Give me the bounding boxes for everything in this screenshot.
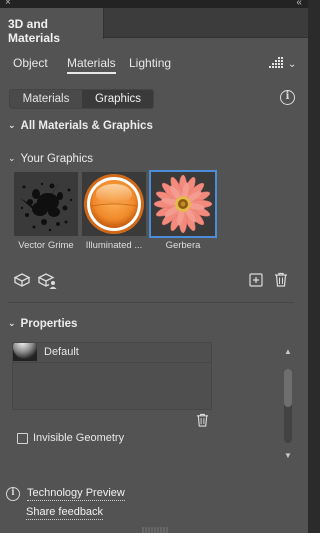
section-label: All Materials & Graphics [20,120,153,132]
sphere-material-icon [13,343,37,361]
section-your-graphics[interactable]: ⌄ Your Graphics [8,153,93,165]
window-top-strip: × ‹‹ [0,0,308,8]
section-label: Properties [20,318,78,330]
properties-scrollbar[interactable]: ▲ ▼ [283,347,293,462]
chevron-down-icon: ⌄ [8,153,16,163]
list-item[interactable]: Default [13,343,211,363]
graphic-label: Gerbera [165,240,201,251]
invisible-geometry-checkbox[interactable] [17,433,28,444]
materials-graphics-toggle: Materials Graphics [9,89,154,109]
chevron-down-icon: ⌄ [8,318,16,328]
properties-list: Default [12,342,212,410]
material-label: Default [44,346,79,358]
gerbera-flower-icon [151,172,215,236]
render-grid-icon[interactable] [268,57,283,70]
panel-tab[interactable]: 3D and Materials [0,8,104,45]
info-icon: i [6,487,20,501]
add-graphic-icon[interactable] [249,273,265,289]
graphic-illuminated-button[interactable] [82,172,146,236]
delete-graphic-icon[interactable] [274,272,290,288]
tab-materials[interactable]: Materials [67,56,116,74]
graphic-gerbera[interactable] [149,170,217,238]
scroll-down-icon[interactable]: ▼ [284,451,292,460]
section-all-materials-graphics[interactable]: ⌄ All Materials & Graphics [8,120,153,132]
section-divider [8,302,294,303]
collapse-panel-icon[interactable]: ‹‹ [296,0,302,8]
scroll-track[interactable] [284,369,292,443]
place-graphic-user-icon[interactable] [38,272,57,289]
place-graphic-icon[interactable] [13,272,31,288]
section-properties[interactable]: ⌄ Properties [8,318,77,330]
share-feedback-link[interactable]: Share feedback [26,506,104,520]
panel-header: 3D and Materials [0,8,308,45]
panel-title: 3D and Materials [8,17,61,45]
delete-property-icon[interactable] [196,413,212,429]
orange-button-icon [82,172,146,236]
close-panel-icon[interactable]: × [5,0,11,8]
tab-object[interactable]: Object [13,56,48,70]
segment-graphics[interactable]: Graphics [82,90,153,108]
info-icon[interactable]: i [280,90,295,105]
scroll-thumb[interactable] [284,369,292,407]
grime-splatter-icon [14,172,78,236]
tab-lighting[interactable]: Lighting [129,56,171,70]
graphic-label: Vector Grime [18,240,74,251]
section-label: Your Graphics [20,153,93,165]
resize-grip-icon[interactable] [141,525,169,533]
technology-preview-link[interactable]: Technology Preview [27,487,125,501]
main-tabs: Object Materials Lighting [0,56,308,76]
materials-panel: 3D and Materials Object Materials Lighti… [0,8,308,533]
scroll-up-icon[interactable]: ▲ [284,347,292,356]
chevron-down-icon: ⌄ [8,120,16,130]
segment-materials[interactable]: Materials [10,90,82,108]
graphic-label: Illuminated ... [85,240,143,251]
render-options-chevron-icon[interactable]: ⌄ [288,59,296,70]
graphic-vector-grime[interactable] [14,172,78,236]
invisible-geometry-label: Invisible Geometry [33,432,125,444]
